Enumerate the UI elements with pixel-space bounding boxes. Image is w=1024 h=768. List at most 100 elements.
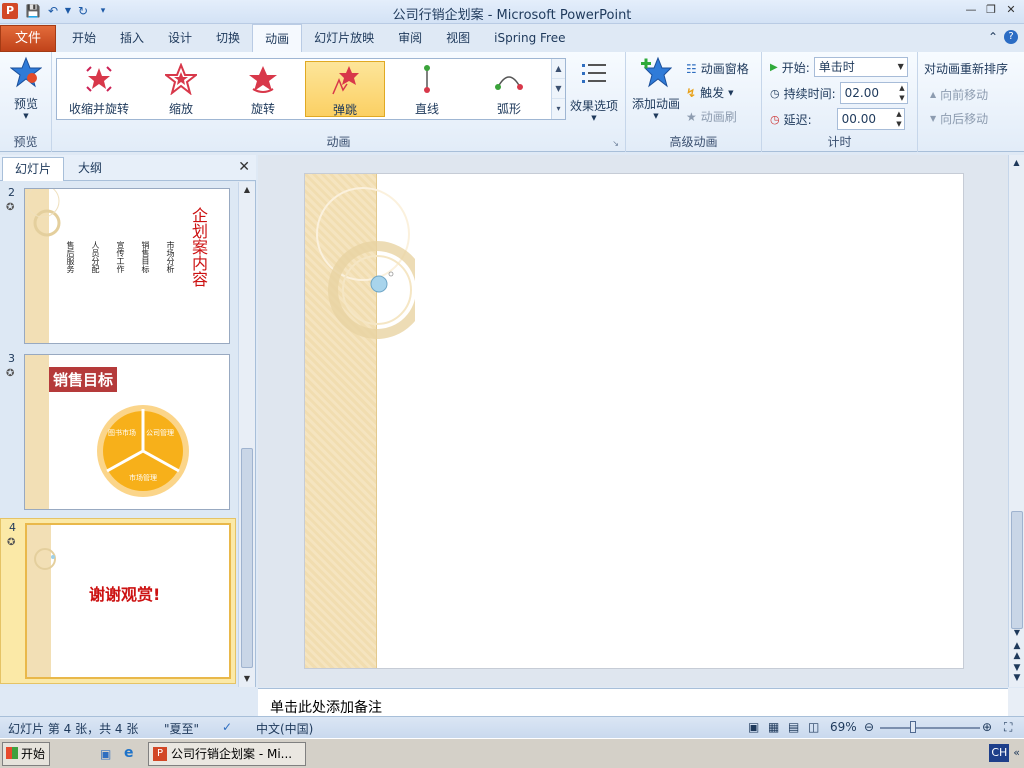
taskbar-powerpoint-button[interactable]: P 公司行销企划案 - Mi... <box>148 742 306 766</box>
scroll-down-icon[interactable]: ▼ <box>1009 628 1024 637</box>
bounce-icon <box>332 66 359 95</box>
slideshow-icon[interactable]: ◫ <box>808 720 819 734</box>
slide-sorter-icon[interactable]: ▦ <box>768 720 779 734</box>
slide-entry-2[interactable]: 2 ✪ 售后服务 人员分配 宣传工作 销售目标 市场分析 企划案内容 <box>0 184 236 348</box>
slide-thumbnail-4[interactable]: 谢谢观赏! <box>25 523 231 679</box>
theme-name[interactable]: "夏至" <box>164 720 199 737</box>
gallery-up-icon[interactable]: ▲ <box>552 59 565 79</box>
zoom-level[interactable]: 69% <box>830 720 857 734</box>
tab-4[interactable]: 动画 <box>252 24 303 53</box>
previous-slide-icon[interactable]: ▲ ▲ <box>1009 641 1024 661</box>
chevron-down-icon: ▼ <box>897 62 904 71</box>
start-dropdown[interactable]: 单击时 ▼ <box>813 57 908 77</box>
move-earlier-button[interactable]: ▲ 向前移动 <box>930 86 988 103</box>
scroll-up-icon[interactable]: ▲ <box>239 182 255 198</box>
zoom-slider-knob[interactable] <box>910 721 916 733</box>
reading-view-icon[interactable]: ▤ <box>788 720 799 734</box>
tab-6[interactable]: 审阅 <box>386 24 434 52</box>
slide-thumbnail-3[interactable]: 销售目标 图书市场 公司管理 市场管理 <box>24 354 230 510</box>
system-tray: CH « <box>989 744 1022 762</box>
close-icon[interactable]: ✕ <box>1002 2 1020 18</box>
move-later-button[interactable]: ▼ 向后移动 <box>930 110 988 127</box>
restore-icon[interactable]: ❐ <box>982 2 1000 18</box>
window-controls: — ❐ ✕ <box>962 2 1020 18</box>
fit-to-window-icon[interactable]: ⛶ <box>1004 720 1012 735</box>
tray-expand-icon[interactable]: « <box>1011 744 1022 762</box>
spinner-arrows-icon[interactable]: ▲ ▼ <box>899 83 904 103</box>
duration-spinner[interactable]: 02.00 ▲ ▼ <box>839 82 908 104</box>
gallery-item-zoom[interactable]: 缩放 <box>141 61 221 117</box>
pie-label: 公司管理 <box>146 429 174 437</box>
show-desktop-icon[interactable]: ▣ <box>100 747 111 761</box>
animation-painter-icon: ★ <box>686 109 697 124</box>
ie-icon[interactable]: e <box>124 745 134 761</box>
minimize-ribbon-icon[interactable]: ⌃ <box>988 30 998 44</box>
gallery-more-icon[interactable]: ▾ <box>552 99 565 119</box>
tab-slides[interactable]: 幻灯片 <box>2 157 65 181</box>
delay-clock-icon: ◷ <box>770 112 780 126</box>
chevron-down-icon: ▼ <box>23 112 29 120</box>
tab-1[interactable]: 插入 <box>108 24 156 52</box>
zoom-in-icon[interactable]: ⊕ <box>982 720 992 734</box>
dialog-launcher-icon[interactable]: ↘ <box>612 139 619 148</box>
editor-scrollbar[interactable]: ▲ ▼ ▲ ▲ ▼ ▼ <box>1008 155 1024 687</box>
slide-4-thumb-title: 谢谢观赏! <box>89 585 161 604</box>
tab-outline[interactable]: 大纲 <box>66 157 114 181</box>
notes-pane[interactable]: 单击此处添加备注 <box>258 688 1008 716</box>
start-button[interactable]: 开始 <box>2 742 50 766</box>
gallery-item-line[interactable]: 直线 <box>387 61 467 117</box>
zoom-out-icon[interactable]: ⊖ <box>864 720 874 734</box>
scroll-up-icon[interactable]: ▲ <box>1009 155 1024 171</box>
tab-8[interactable]: iSpring Free <box>482 24 577 52</box>
preview-button[interactable]: 预览 ▼ <box>6 56 46 120</box>
normal-view-icon[interactable]: ▣ <box>748 720 759 734</box>
trigger-button[interactable]: ↯ 触发 ▼ <box>686 84 733 101</box>
animation-pane-button[interactable]: ☷ 动画窗格 <box>686 60 749 77</box>
gallery-item-spin[interactable]: 旋转 <box>223 61 303 117</box>
close-pane-icon[interactable]: ✕ <box>238 159 250 175</box>
down-arrow-icon: ▼ <box>930 114 937 123</box>
powerpoint-small-icon: P <box>153 747 167 761</box>
next-slide-icon[interactable]: ▼ ▼ <box>1009 663 1024 683</box>
effect-options-icon <box>582 64 606 83</box>
tab-0[interactable]: 开始 <box>60 24 108 52</box>
spinner-arrows-icon[interactable]: ▲ ▼ <box>896 109 901 129</box>
tab-3[interactable]: 切换 <box>204 24 252 52</box>
tab-2[interactable]: 设计 <box>156 24 204 52</box>
language[interactable]: 中文(中国) <box>256 720 313 737</box>
windows-logo-icon <box>6 747 18 759</box>
tab-5[interactable]: 幻灯片放映 <box>302 24 386 52</box>
animation-star-icon: ✪ <box>7 537 16 548</box>
scroll-down-icon[interactable]: ▼ <box>239 671 255 687</box>
scroll-thumb[interactable] <box>241 448 253 668</box>
gallery-down-icon[interactable]: ▼ <box>552 79 565 99</box>
tab-list: 开始 插入 设计 切换 动画 幻灯片放映 审阅 视图 iSpring Free <box>60 24 577 53</box>
effect-options-button[interactable]: 效果选项 ▼ <box>568 58 620 122</box>
minimize-icon[interactable]: — <box>962 2 980 18</box>
file-tab[interactable]: 文件 <box>0 25 56 52</box>
bullet-col: 销售目标 <box>141 241 150 273</box>
scroll-thumb[interactable] <box>1011 511 1023 629</box>
tab-7[interactable]: 视图 <box>434 24 482 52</box>
notes-scrollbar[interactable] <box>1008 688 1024 716</box>
spelling-check-icon[interactable]: ✓ <box>222 720 232 734</box>
zoom-slider-track[interactable] <box>880 727 980 729</box>
zoom-icon <box>163 62 199 96</box>
current-slide[interactable] <box>304 173 964 669</box>
animation-star-icon: ✪ <box>6 368 15 379</box>
gallery-item-bounce[interactable]: 弹跳 <box>305 61 385 117</box>
add-animation-star-icon <box>641 56 673 88</box>
slide-entry-3[interactable]: 3 ✪ 销售目标 图书市场 公司管理 市场管理 <box>0 350 236 514</box>
animation-painter-button[interactable]: ★ 动画刷 <box>686 108 737 125</box>
deco-circles <box>26 189 61 237</box>
slide-thumbnail-2[interactable]: 售后服务 人员分配 宣传工作 销售目标 市场分析 企划案内容 <box>24 188 230 344</box>
gallery-item-arc[interactable]: 弧形 <box>469 61 549 117</box>
ime-indicator[interactable]: CH <box>989 744 1010 762</box>
gallery-item-shrink-turn[interactable]: 收缩并旋转 <box>59 61 139 117</box>
delay-spinner[interactable]: 00.00 ▲ ▼ <box>836 108 905 130</box>
reorder-title: 对动画重新排序 <box>924 62 1009 76</box>
slide-entry-4[interactable]: 4 ✪ 谢谢观赏! <box>0 518 236 684</box>
help-icon[interactable]: ? <box>1004 30 1018 44</box>
add-animation-button[interactable]: 添加动画 ▼ <box>630 56 682 120</box>
slides-scrollbar[interactable]: ▲ ▼ <box>238 182 255 687</box>
